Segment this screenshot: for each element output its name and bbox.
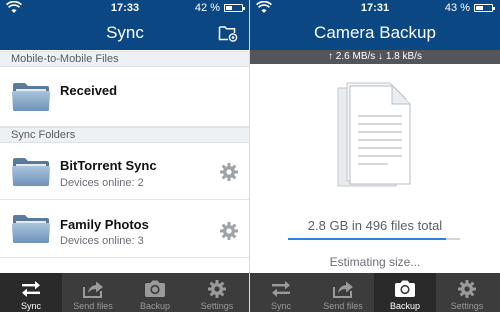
folder-settings-gear-icon[interactable] [219, 221, 239, 241]
tab-send-files[interactable]: Send files [312, 273, 374, 312]
tab-settings[interactable]: Settings [186, 273, 250, 312]
camera-backup-screen: 17:31 43 % Camera Backup ↑ 2.6 MB/s ↓ 1.… [250, 0, 500, 312]
sync-screen: 17:33 42 % Sync Mobile-to-Mobile Files R… [0, 0, 250, 312]
tab-bar: Sync Send files Backup Settings [0, 273, 250, 312]
tab-label: Send files [323, 301, 363, 311]
folder-icon [11, 81, 51, 113]
tab-sync[interactable]: Sync [250, 273, 312, 312]
page-title: Camera Backup [314, 23, 436, 42]
status-bar: 17:33 42 % [0, 0, 250, 16]
devices-online: Devices online: 3 [60, 235, 144, 247]
backup-progress-fill [288, 238, 447, 240]
gear-icon [455, 279, 479, 299]
battery-icon [224, 4, 245, 12]
battery-fill [476, 6, 483, 10]
tab-label: Sync [20, 301, 41, 311]
tab-label: Backup [139, 301, 171, 311]
battery-fill [226, 6, 233, 10]
sync-icon [19, 279, 43, 299]
tab-settings[interactable]: Settings [436, 273, 500, 312]
tab-backup[interactable]: Backup [124, 273, 186, 312]
backup-total: 2.8 GB in 496 files total [307, 218, 443, 233]
camera-icon [143, 279, 167, 299]
list-item-family-photos[interactable]: Family Photos Devices online: 3 [0, 200, 250, 258]
status-bar: 17:31 43 % [250, 0, 500, 16]
tab-label: Sync [270, 301, 291, 311]
share-icon [81, 279, 105, 299]
tab-label: Send files [73, 301, 113, 311]
devices-online: Devices online: 2 [60, 177, 144, 189]
tab-backup[interactable]: Backup [374, 273, 436, 312]
tab-bar: Sync Send files Backup Settings [250, 273, 500, 312]
folder-settings-gear-icon[interactable] [219, 162, 239, 182]
tab-sync[interactable]: Sync [0, 273, 62, 312]
folder-name: Family Photos [60, 217, 149, 232]
section-header-sync-folders: Sync Folders [0, 127, 250, 143]
nav-bar: Camera Backup [250, 16, 500, 50]
tab-label: Backup [389, 301, 421, 311]
list-item-bittorrent-sync[interactable]: BitTorrent Sync Devices online: 2 [0, 144, 250, 200]
nav-bar: Sync [0, 16, 250, 50]
list-item-received[interactable]: Received [0, 68, 250, 127]
sync-icon [269, 279, 293, 299]
page-title: Sync [106, 23, 144, 42]
transfer-speed: ↑ 2.6 MB/s ↓ 1.8 kB/s [250, 50, 500, 64]
battery-icon [474, 4, 495, 12]
folder-name: Received [60, 83, 118, 98]
new-folder-icon[interactable] [218, 24, 238, 42]
battery-percent: 43 % [444, 2, 470, 14]
folder-name: BitTorrent Sync [60, 158, 157, 173]
backup-progress [288, 238, 460, 240]
tab-label: Settings [450, 301, 484, 311]
share-icon [331, 279, 355, 299]
estimating-status: Estimating size... [329, 255, 421, 269]
documents-icon [337, 82, 411, 187]
section-header-mobile: Mobile-to-Mobile Files [0, 51, 250, 67]
tab-label: Settings [200, 301, 234, 311]
battery-percent: 42 % [194, 2, 220, 14]
folder-icon [11, 156, 51, 188]
camera-icon [393, 279, 417, 299]
gear-icon [205, 279, 229, 299]
tab-send-files[interactable]: Send files [62, 273, 124, 312]
folder-icon [11, 213, 51, 245]
